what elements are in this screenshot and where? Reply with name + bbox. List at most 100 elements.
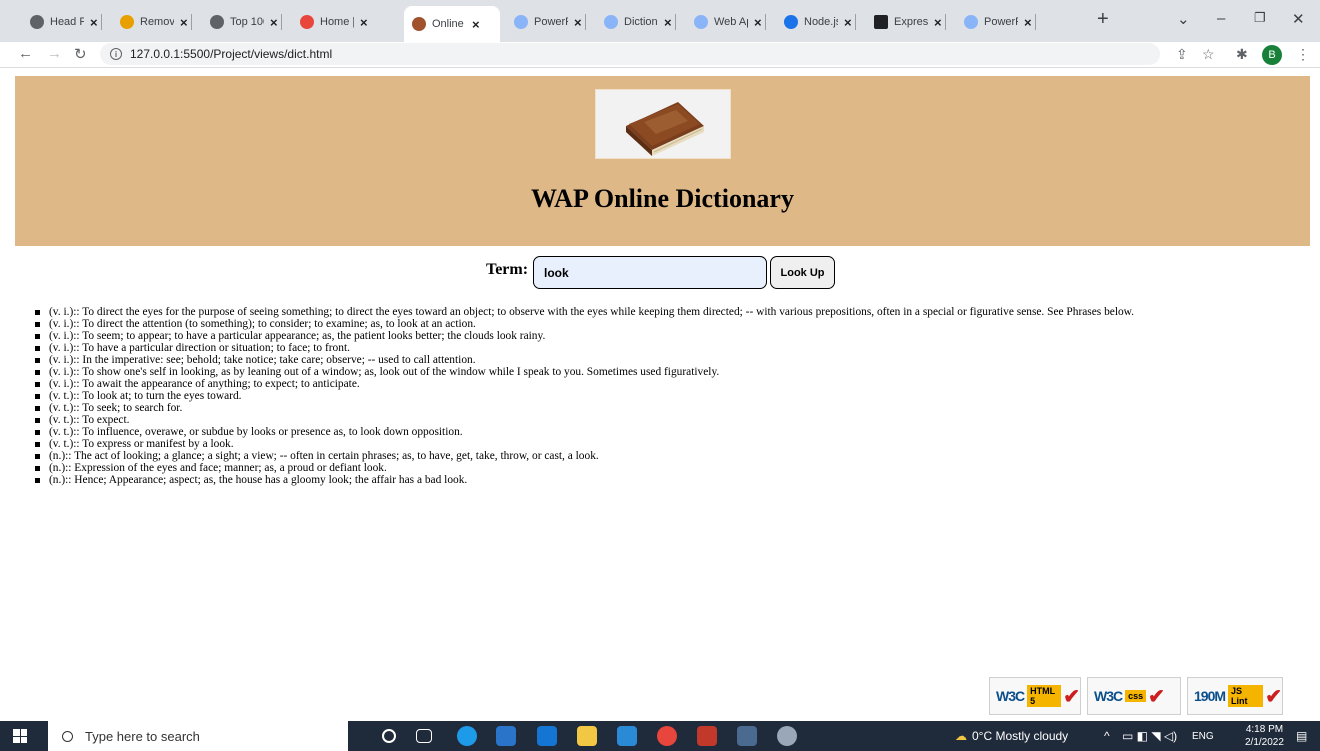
close-tab-icon[interactable]: ×: [1024, 15, 1032, 30]
weather-cloud-icon: ☁: [955, 729, 967, 743]
url-text: 127.0.0.1:5500/Project/views/dict.html: [130, 47, 333, 61]
tab-title: Node.js T: [804, 16, 838, 28]
clock[interactable]: 4:18 PM 2/1/2022: [1245, 723, 1284, 749]
store-icon[interactable]: [496, 726, 516, 746]
mail-icon[interactable]: [537, 726, 557, 746]
reload-icon[interactable]: ↻: [74, 45, 87, 63]
extensions-puzzle-icon[interactable]: ✱: [1236, 46, 1248, 63]
close-tab-icon[interactable]: ×: [844, 15, 852, 30]
definition-item: (v. i.):: In the imperative: see; behold…: [35, 354, 1310, 366]
winrar-icon[interactable]: [697, 726, 717, 746]
checkmark-icon: ✔: [1063, 685, 1080, 708]
paint-icon[interactable]: [777, 726, 797, 746]
close-window-icon[interactable]: ✕: [1292, 10, 1305, 28]
close-tab-icon[interactable]: ×: [574, 15, 582, 30]
tab-title: Dictionar: [624, 16, 658, 28]
definition-item: (v. t.):: To look at; to turn the eyes t…: [35, 390, 1310, 402]
globe-icon: [514, 15, 528, 29]
new-tab-button[interactable]: +: [1097, 8, 1109, 31]
badge-brand: W3C: [1094, 688, 1123, 704]
globe-icon: [604, 15, 618, 29]
minimize-icon[interactable]: –: [1217, 10, 1225, 27]
tab-search-chevron-icon[interactable]: ⌄: [1177, 10, 1190, 28]
tab-powerpoint-2[interactable]: PowerPoi ×: [956, 8, 1036, 36]
profile-avatar[interactable]: B: [1262, 45, 1282, 65]
close-tab-icon[interactable]: ×: [270, 15, 278, 30]
tab-title: Head First: [50, 16, 84, 28]
tab-head-first[interactable]: Head First ×: [22, 8, 102, 36]
tab-top-1000[interactable]: Top 1000 ×: [202, 8, 282, 36]
t-logo-icon: [784, 15, 798, 29]
address-bar[interactable]: i 127.0.0.1:5500/Project/views/dict.html: [100, 43, 1160, 65]
edge-icon[interactable]: [457, 726, 477, 746]
info-icon[interactable]: i: [110, 48, 122, 60]
chrome-icon[interactable]: [657, 726, 677, 746]
checkmark-icon: ✔: [1265, 685, 1282, 708]
vscode-icon[interactable]: [617, 726, 637, 746]
tab-title: Top 1000: [230, 16, 264, 28]
tab-dictionary[interactable]: Dictionar ×: [596, 8, 676, 36]
back-arrow-icon[interactable]: ←: [18, 45, 33, 62]
term-input[interactable]: [533, 256, 767, 289]
badge-tag: css: [1125, 690, 1147, 702]
badge-tag: JS Lint: [1228, 685, 1264, 707]
definition-item: (v. t.):: To influence, overawe, or subd…: [35, 426, 1310, 438]
w3c-css-badge[interactable]: W3C css ✔: [1087, 677, 1181, 715]
bookmark-star-icon[interactable]: ☆: [1202, 46, 1215, 63]
site-header: WAP Online Dictionary: [15, 76, 1310, 246]
close-tab-icon[interactable]: ×: [90, 15, 98, 30]
definition-item: (v. i.):: To seem; to appear; to have a …: [35, 330, 1310, 342]
close-tab-icon[interactable]: ×: [754, 15, 762, 30]
term-label: Term:: [486, 261, 529, 278]
close-tab-icon[interactable]: ×: [360, 15, 368, 30]
search-form: Term: Look Up: [0, 256, 1320, 290]
tab-title: Express/N: [894, 16, 928, 28]
close-tab-icon[interactable]: ×: [472, 17, 480, 32]
look-up-button[interactable]: Look Up: [770, 256, 835, 289]
page-title: WAP Online Dictionary: [531, 184, 794, 213]
feather-icon: [120, 15, 134, 29]
definition-item: (v. t.):: To expect.: [35, 414, 1310, 426]
forward-arrow-icon[interactable]: →: [47, 45, 62, 62]
tray-icons[interactable]: ▭ ◧ ◥ ◁): [1122, 729, 1177, 743]
clock-date: 2/1/2022: [1245, 737, 1284, 748]
weather-text[interactable]: 0°C Mostly cloudy: [972, 729, 1068, 743]
definitions-list: (v. i.):: To direct the eyes for the pur…: [35, 306, 1310, 486]
tray-chevron-icon[interactable]: ^: [1104, 729, 1110, 743]
definition-item: (v. i.):: To have a particular direction…: [35, 342, 1310, 354]
book-icon: [412, 17, 426, 31]
definition-item: (v. i.):: To await the appearance of any…: [35, 378, 1310, 390]
tab-powerpoint[interactable]: PowerPoi ×: [506, 8, 586, 36]
share-icon[interactable]: ⇪: [1176, 46, 1188, 63]
w3c-html5-badge[interactable]: W3C HTML 5 ✔: [989, 677, 1081, 715]
close-tab-icon[interactable]: ×: [934, 15, 942, 30]
tab-home[interactable]: Home | Pl ×: [292, 8, 368, 36]
windows-start-icon[interactable]: [13, 729, 27, 743]
taskbar-search[interactable]: Type here to search: [48, 721, 348, 751]
task-view-icon[interactable]: [416, 729, 432, 743]
tab-nodejs[interactable]: Node.js T ×: [776, 8, 856, 36]
definition-item: (n.):: Expression of the eyes and face; …: [35, 462, 1310, 474]
tab-express[interactable]: Express/N ×: [866, 8, 946, 36]
tab-title: PowerPoi: [984, 16, 1018, 28]
browser-toolbar: ← → ↻ i 127.0.0.1:5500/Project/views/dic…: [0, 42, 1320, 68]
snipping-tool-icon[interactable]: [737, 726, 757, 746]
restore-icon[interactable]: ❐: [1254, 10, 1266, 26]
taskbar-search-placeholder: Type here to search: [85, 728, 200, 744]
globe-icon: [964, 15, 978, 29]
tab-web-app[interactable]: Web App ×: [686, 8, 766, 36]
menu-dots-icon[interactable]: ⋮: [1296, 46, 1310, 63]
language-indicator[interactable]: ENG: [1192, 731, 1214, 742]
jslint-badge[interactable]: 190M JS Lint ✔: [1187, 677, 1283, 715]
close-tab-icon[interactable]: ×: [664, 15, 672, 30]
notifications-icon[interactable]: ▤: [1296, 729, 1307, 743]
search-icon: [62, 730, 73, 742]
tab-title: Online Di: [432, 18, 466, 30]
close-tab-icon[interactable]: ×: [180, 15, 188, 30]
cortana-icon[interactable]: [382, 729, 396, 743]
tab-online-dictionary[interactable]: Online Di ×: [404, 6, 500, 42]
tab-title: Remove E: [140, 16, 174, 28]
tab-remove[interactable]: Remove E ×: [112, 8, 192, 36]
file-explorer-icon[interactable]: [577, 726, 597, 746]
badge-brand: W3C: [996, 688, 1025, 704]
